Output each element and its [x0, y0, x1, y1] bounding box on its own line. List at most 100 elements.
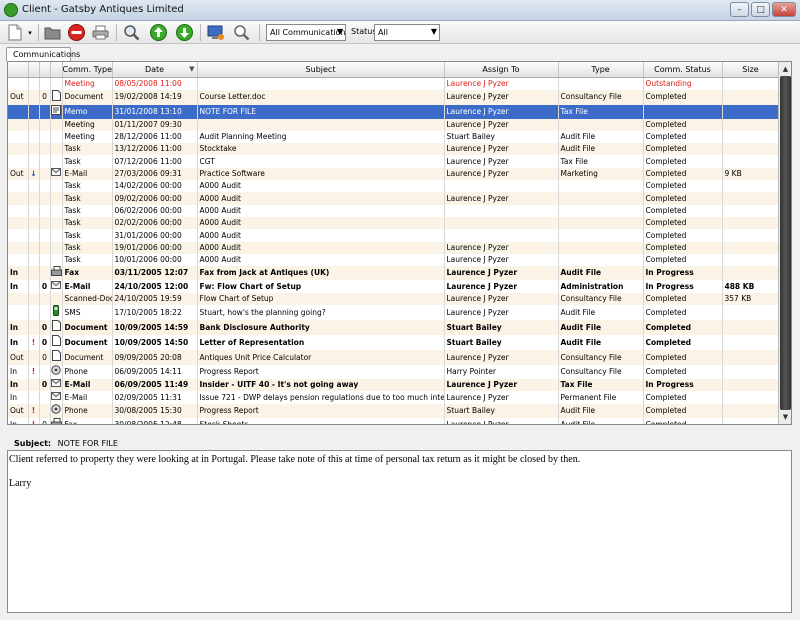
scrollbar-thumb[interactable] [780, 76, 791, 410]
cell-priority [28, 350, 40, 366]
cell-direction [8, 229, 29, 242]
table-row[interactable]: In! 0 Document 10/09/2005 14:50 Letter of Re… [8, 335, 780, 351]
cell-type: Audit File [558, 143, 644, 156]
cell-type [558, 192, 644, 205]
column-header-size[interactable]: Size [722, 62, 780, 78]
column-header-assign-to[interactable]: Assign To [444, 62, 559, 78]
cell-comm-type: Task [62, 204, 113, 218]
document-icon [51, 89, 61, 103]
cell-attachment: 0 [39, 417, 51, 424]
cell-subject: A000 Audit [197, 192, 445, 205]
table-row[interactable]: Task 19/01/2006 00:00 A000 Audit Laurence J… [8, 241, 780, 255]
column-header-comm-type[interactable]: Comm. Type [62, 62, 113, 78]
new-dropdown-chevron-down-icon[interactable]: ▾ [24, 22, 36, 43]
table-row[interactable]: Task 07/12/2006 11:00 CGT Laurence J Pyzer T… [8, 155, 780, 168]
cell-size [722, 104, 780, 119]
cell-direction: Out [8, 167, 29, 181]
cell-priority [28, 254, 40, 267]
table-row[interactable]: Task 13/12/2006 11:00 Stocktake Laurence J … [8, 143, 780, 156]
cell-comm-icon [50, 280, 63, 293]
monitor-icon[interactable] [205, 22, 226, 43]
cell-attachment [39, 104, 51, 119]
table-row[interactable]: Meeting 08/05/2008 11:00 Laurence J Pyzer O… [8, 77, 780, 90]
column-header-icon[interactable] [50, 62, 63, 78]
cell-assign-to: Laurence J Pyzer [444, 417, 559, 424]
find-icon[interactable] [231, 22, 252, 43]
cell-subject: Stock Sheets [197, 417, 445, 424]
maximize-button[interactable]: □ [751, 2, 770, 17]
table-row[interactable]: Out 0 Document 09/09/2005 20:08 Antiques Uni… [8, 350, 780, 366]
body-paragraph: Larry [9, 478, 32, 489]
table-row[interactable]: Out! Phone 30/08/2005 15:30 Progress Report… [8, 403, 780, 418]
column-header-attachment[interactable] [39, 62, 51, 78]
search-icon[interactable] [121, 22, 142, 43]
cell-priority [28, 391, 40, 404]
table-row[interactable]: In 0 E-Mail 06/09/2005 11:49 Insider - UITF … [8, 379, 780, 392]
communications-filter-select[interactable]: All Communications ▼ [266, 24, 346, 41]
column-header-priority[interactable] [28, 62, 40, 78]
table-row[interactable]: Task 02/02/2006 00:00 A000 Audit Completed [8, 217, 780, 230]
cell-comm-type: E-Mail [62, 391, 113, 404]
open-folder-icon[interactable] [42, 22, 63, 43]
table-row[interactable]: In! 0 Fax 30/08/2005 12:48 Stock Sheets Laure… [8, 417, 780, 424]
column-header-direction[interactable] [8, 62, 29, 78]
cell-size [722, 335, 780, 351]
cell-comm-status: In Progress [643, 266, 723, 281]
table-row[interactable]: Out 0 Document 19/02/2008 14:19 Course Lette… [8, 89, 780, 105]
table-row[interactable]: Task 14/02/2006 00:00 A000 Audit Completed [8, 180, 780, 193]
message-body[interactable]: Client referred to property they were lo… [7, 450, 792, 613]
print-icon[interactable] [90, 22, 111, 43]
minimize-button[interactable]: – [730, 2, 749, 17]
move-down-icon[interactable] [174, 22, 195, 43]
table-row[interactable]: Task 09/02/2006 00:00 A000 Audit Laurence J… [8, 192, 780, 205]
table-row[interactable]: Out ↓ E-Mail 27/03/2006 09:31 Practice Softw… [8, 167, 780, 181]
cell-priority: ! [28, 335, 40, 351]
scroll-down-icon[interactable]: ▼ [780, 411, 791, 423]
cell-subject: Bank Disclosure Authority [197, 320, 445, 336]
move-up-icon[interactable] [148, 22, 169, 43]
cell-comm-type: E-Mail [62, 280, 113, 293]
cell-type: Audit File [558, 403, 644, 418]
new-document-icon[interactable] [4, 22, 25, 43]
vertical-scrollbar[interactable]: ▲ ▼ [778, 62, 791, 424]
cell-date: 02/09/2005 11:31 [112, 391, 198, 404]
cell-priority [28, 266, 40, 281]
table-row[interactable]: In Fax 03/11/2005 12:07 Fax from Jack at An… [8, 266, 780, 281]
column-header-subject[interactable]: Subject [197, 62, 445, 78]
scroll-up-icon[interactable]: ▲ [780, 63, 791, 75]
email-icon [51, 167, 61, 178]
table-row[interactable]: Scanned-Doc 24/10/2005 19:59 Flow Chart of… [8, 292, 780, 306]
table-row[interactable]: Task 31/01/2006 00:00 A000 Audit Completed [8, 229, 780, 242]
table-row[interactable]: In 0 E-Mail 24/10/2005 12:00 Fw: Flow Chart … [8, 280, 780, 293]
cell-direction: Out [8, 403, 29, 418]
cell-assign-to: Laurence J Pyzer [444, 104, 559, 119]
column-header-type[interactable]: Type [558, 62, 644, 78]
cell-attachment [39, 180, 51, 193]
table-row[interactable]: Task 06/02/2006 00:00 A000 Audit Completed [8, 204, 780, 218]
close-button[interactable]: ✕ [772, 2, 796, 17]
delete-icon[interactable] [66, 22, 87, 43]
table-row[interactable]: Meeting 28/12/2006 11:00 Audit Planning Me… [8, 130, 780, 144]
table-row[interactable]: Task 10/01/2006 00:00 A000 Audit Laurence J… [8, 254, 780, 267]
table-row[interactable]: SMS 17/10/2005 18:22 Stuart, how's the pla… [8, 305, 780, 321]
cell-assign-to: Laurence J Pyzer [444, 379, 559, 392]
table-row[interactable]: In! Phone 06/09/2005 14:11 Progress Report H… [8, 365, 780, 380]
table-row[interactable]: Meeting 01/11/2007 09:30 Laurence J Pyzer C… [8, 118, 780, 131]
cell-comm-icon [50, 350, 63, 366]
phone-icon [51, 365, 61, 377]
tab-communications[interactable]: Communications [6, 47, 80, 61]
table-row[interactable]: Memo 31/01/2008 13:10 NOTE FOR FILE Laurenc… [8, 104, 780, 119]
cell-type: Consultancy File [558, 89, 644, 105]
column-header-date[interactable]: Date ▼ [112, 62, 198, 78]
table-row[interactable]: In E-Mail 02/09/2005 11:31 Issue 721 - DWP … [8, 391, 780, 404]
cell-size [722, 417, 780, 424]
cell-attachment: 0 [39, 320, 51, 336]
document-icon [51, 335, 61, 348]
subject-label: Subject: [14, 439, 52, 448]
column-header-comm-status[interactable]: Comm. Status [643, 62, 723, 78]
table-row[interactable]: In 0 Document 10/09/2005 14:59 Bank Disclosu… [8, 320, 780, 336]
cell-date: 13/12/2006 11:00 [112, 143, 198, 156]
status-filter-select[interactable]: All ▼ [374, 24, 440, 41]
cell-attachment [39, 130, 51, 144]
cell-size [722, 266, 780, 281]
